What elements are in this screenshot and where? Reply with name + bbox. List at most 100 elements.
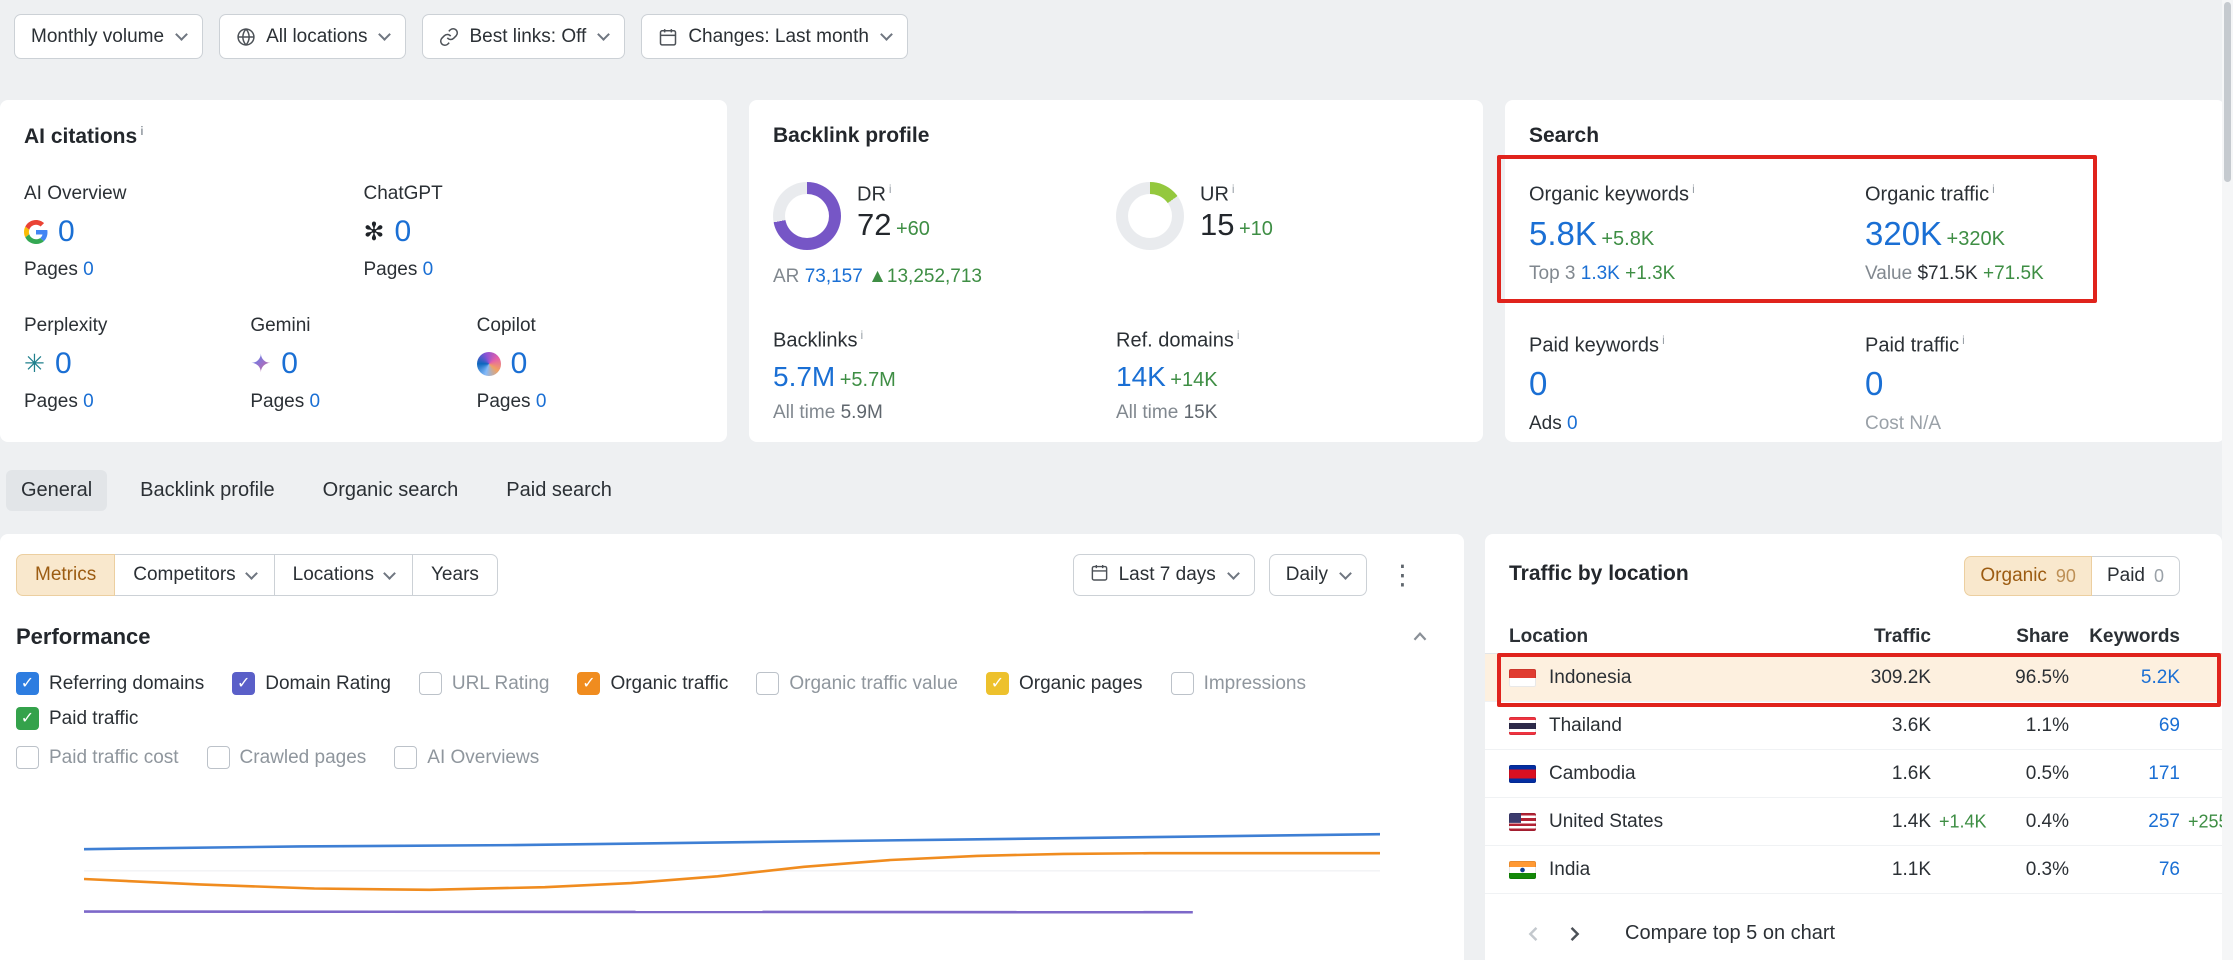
more-options-button[interactable]: ⋮: [1381, 560, 1424, 591]
info-icon[interactable]: i: [1962, 333, 1965, 347]
cost-label: Cost: [1865, 413, 1904, 434]
pages-count[interactable]: 0: [83, 259, 94, 280]
pages-count[interactable]: 0: [423, 259, 434, 280]
traffic-value: 1.1K: [1892, 859, 1931, 880]
keywords-link[interactable]: 5.2K: [2141, 667, 2180, 688]
monthly-volume-filter[interactable]: Monthly volume: [14, 14, 203, 59]
granularity-button[interactable]: Daily: [1269, 554, 1367, 596]
metric-toggle-organic-traffic[interactable]: ✓Organic traffic: [577, 672, 728, 695]
ads-value[interactable]: 0: [1567, 413, 1578, 434]
compare-top5-link[interactable]: Compare top 5 on chart: [1625, 922, 1835, 945]
location-row-thailand[interactable]: Thailand 3.6K 1.1% 69: [1485, 702, 2222, 750]
metric-toggle-url-rating[interactable]: URL Rating: [419, 672, 550, 695]
tab-paid-search[interactable]: Paid search: [491, 470, 627, 511]
ur-donut-chart: [1116, 182, 1184, 250]
info-icon[interactable]: i: [1237, 328, 1240, 342]
chevron-down-icon: [383, 567, 396, 580]
gemini-count[interactable]: 0: [281, 347, 298, 381]
collapse-section-button[interactable]: [1410, 627, 1430, 647]
metric-toggle-paid-traffic[interactable]: ✓Paid traffic: [16, 707, 138, 730]
ref-domains-label: Ref. domainsi: [1116, 328, 1459, 353]
metric-toggles-row2: Paid traffic cost Crawled pages AI Overv…: [16, 746, 1448, 769]
locations-button[interactable]: Locations: [274, 554, 413, 596]
metrics-button[interactable]: Metrics: [16, 554, 115, 596]
dr-donut-chart: [773, 182, 841, 250]
chevron-down-icon: [379, 28, 392, 41]
chatgpt-stat: ChatGPT ✻ 0 Pages 0: [364, 183, 704, 281]
checkbox-icon: ✓: [16, 707, 39, 730]
link-icon: [439, 27, 459, 47]
tab-backlink-profile[interactable]: Backlink profile: [125, 470, 290, 511]
keywords-link[interactable]: 257: [2148, 811, 2180, 832]
metric-toggle-impressions[interactable]: Impressions: [1171, 672, 1306, 695]
location-column-header[interactable]: Location: [1509, 626, 1761, 648]
info-icon[interactable]: i: [1692, 182, 1695, 196]
best-links-filter[interactable]: Best links: Off: [422, 14, 625, 59]
scrollbar-thumb[interactable]: [2224, 2, 2231, 182]
prev-page-button[interactable]: [1523, 923, 1545, 945]
pages-count[interactable]: 0: [309, 391, 320, 412]
metric-toggle-ai-overviews[interactable]: AI Overviews: [394, 746, 539, 769]
share-value: 96.5%: [1931, 667, 2069, 689]
metric-toggle-domain-rating[interactable]: ✓Domain Rating: [232, 672, 391, 695]
location-row-cambodia[interactable]: Cambodia 1.6K 0.5% 171: [1485, 750, 2222, 798]
monthly-volume-label: Monthly volume: [31, 26, 164, 48]
backlinks-value[interactable]: 5.7M: [773, 361, 835, 392]
keywords-link[interactable]: 76: [2159, 859, 2180, 880]
date-range-button[interactable]: Last 7 days: [1073, 554, 1255, 596]
all-locations-filter[interactable]: All locations: [219, 14, 406, 59]
organic-toggle-button[interactable]: Organic90: [1964, 556, 2092, 596]
tab-organic-search[interactable]: Organic search: [308, 470, 474, 511]
info-icon[interactable]: i: [889, 182, 892, 196]
alltime-value: 5.9M: [841, 402, 883, 423]
metric-toggle-crawled-pages[interactable]: Crawled pages: [207, 746, 367, 769]
next-page-button[interactable]: [1563, 923, 1585, 945]
globe-icon: [236, 27, 256, 47]
top3-value[interactable]: 1.3K: [1581, 263, 1620, 284]
changes-label: Changes: Last month: [688, 26, 869, 48]
location-row-indonesia[interactable]: Indonesia 309.2K 96.5% 5.2K: [1485, 654, 2222, 702]
keywords-column-header[interactable]: Keywords: [2069, 626, 2180, 648]
paid-traffic-value[interactable]: 0: [1865, 365, 1883, 402]
location-row-india[interactable]: India 1.1K 0.3% 76: [1485, 846, 2222, 894]
paid-keywords-value[interactable]: 0: [1529, 365, 1547, 402]
tab-general[interactable]: General: [6, 470, 107, 511]
search-card: Search Organic keywordsi 5.8K +5.8K Top …: [1505, 100, 2225, 442]
info-icon[interactable]: i: [1992, 182, 1995, 196]
info-icon[interactable]: i: [1662, 333, 1665, 347]
pages-count[interactable]: 0: [536, 391, 547, 412]
paid-toggle-button[interactable]: Paid0: [2091, 556, 2180, 596]
ahrefs-rank-value[interactable]: 73,157: [805, 266, 863, 287]
checkbox-icon: ✓: [232, 672, 255, 695]
info-icon[interactable]: i: [1232, 182, 1235, 196]
info-icon[interactable]: i: [860, 328, 863, 342]
info-icon[interactable]: i: [140, 124, 143, 138]
competitors-button[interactable]: Competitors: [114, 554, 274, 596]
location-row-united-states[interactable]: United States 1.4K+1.4K 0.4% 257+255: [1485, 798, 2222, 846]
ref-domains-value[interactable]: 14K: [1116, 361, 1166, 392]
organic-keywords-value[interactable]: 5.8K: [1529, 215, 1597, 252]
perplexity-count[interactable]: 0: [55, 347, 72, 381]
metric-toggle-referring-domains[interactable]: ✓Referring domains: [16, 672, 204, 695]
all-locations-label: All locations: [266, 26, 367, 48]
pages-count[interactable]: 0: [83, 391, 94, 412]
changes-filter[interactable]: Changes: Last month: [641, 14, 908, 59]
organic-keywords-label: Organic keywordsi: [1529, 182, 1865, 207]
metric-toggle-organic-pages[interactable]: ✓Organic pages: [986, 672, 1143, 695]
metric-toggle-organic-traffic-value[interactable]: Organic traffic value: [756, 672, 958, 695]
paid-keywords-block: Paid keywordsi 0 Ads 0: [1529, 333, 1865, 436]
traffic-column-header[interactable]: Traffic: [1761, 626, 1931, 648]
checkbox-icon: [419, 672, 442, 695]
organic-traffic-value[interactable]: 320K: [1865, 215, 1942, 252]
copilot-count[interactable]: 0: [511, 347, 528, 381]
ai-overview-count[interactable]: 0: [58, 215, 75, 249]
metric-toggle-paid-traffic-cost[interactable]: Paid traffic cost: [16, 746, 179, 769]
metric-toggles-row1: ✓Referring domains ✓Domain Rating URL Ra…: [16, 672, 1448, 730]
chatgpt-count[interactable]: 0: [394, 215, 411, 249]
keywords-link[interactable]: 69: [2159, 715, 2180, 736]
share-column-header[interactable]: Share: [1931, 626, 2069, 648]
share-value: 0.4%: [1931, 811, 2069, 833]
chevron-down-icon: [1339, 567, 1352, 580]
years-button[interactable]: Years: [412, 554, 498, 596]
keywords-link[interactable]: 171: [2148, 763, 2180, 784]
